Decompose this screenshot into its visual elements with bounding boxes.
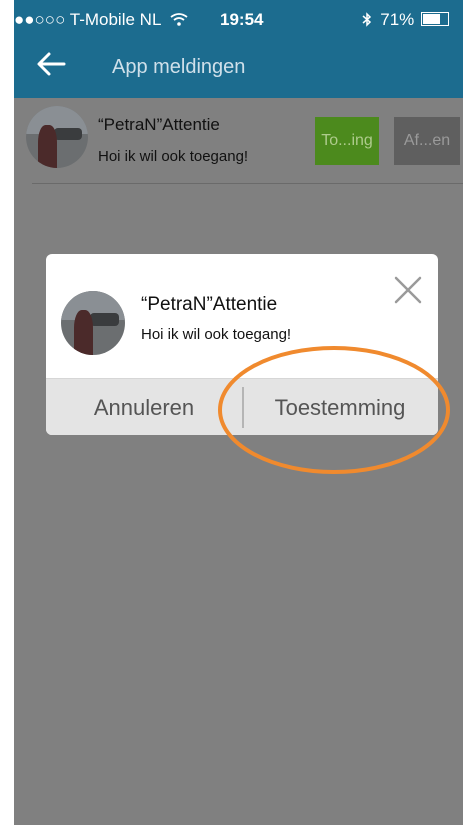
battery-percentage: 71%: [380, 10, 415, 29]
cancel-button[interactable]: Annuleren: [46, 379, 242, 435]
dialog-actions: Annuleren Toestemming: [46, 378, 438, 435]
avatar: [61, 291, 125, 355]
battery-icon: [421, 12, 449, 26]
bluetooth-icon: [362, 10, 381, 29]
dialog-message: Hoi ik wil ook toegang!: [141, 326, 292, 343]
page-title: App meldingen: [112, 56, 246, 78]
status-bar: ●●○○○ T-Mobile NL 19:54 71%: [14, 0, 463, 40]
dialog-sender: “PetraN”Attentie: [141, 294, 278, 315]
carrier-label: ●●○○○ T-Mobile NL: [14, 10, 161, 29]
permission-dialog: “PetraN”Attentie Hoi ik wil ook toegang!…: [46, 254, 438, 435]
nav-bar: App meldingen: [14, 40, 463, 98]
arrow-left-icon[interactable]: [36, 50, 66, 82]
notification-sender: “PetraN”Attentie: [98, 115, 220, 134]
avatar: [26, 106, 88, 168]
status-time: 19:54: [220, 10, 264, 29]
close-icon[interactable]: [390, 272, 426, 308]
confirm-button[interactable]: Toestemming: [242, 379, 438, 435]
notification-message: Hoi ik wil ook toegang!: [98, 148, 249, 165]
deny-button[interactable]: Af...en: [394, 117, 460, 165]
allow-button[interactable]: To...ing: [315, 117, 379, 165]
divider: [32, 183, 463, 184]
wifi-icon: [166, 10, 188, 29]
phone-screen: ●●○○○ T-Mobile NL 19:54 71% App meldinge…: [14, 0, 463, 825]
notification-row[interactable]: “PetraN”Attentie Hoi ik wil ook toegang!…: [14, 98, 463, 184]
